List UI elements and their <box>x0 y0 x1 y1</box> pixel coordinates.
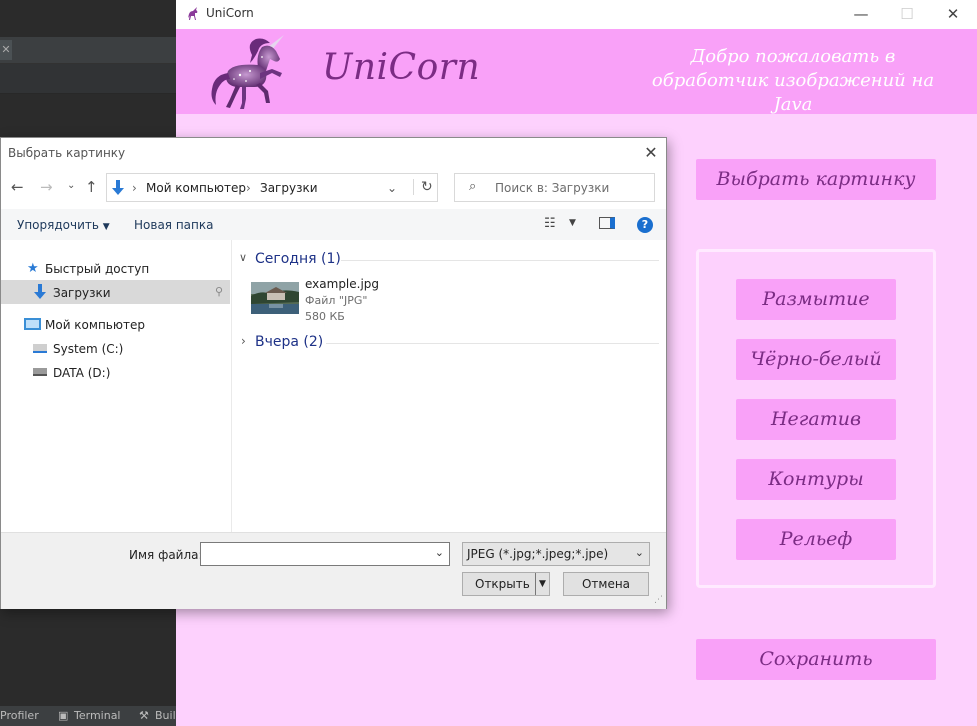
tab-build[interactable]: Buil <box>155 709 176 722</box>
save-button[interactable]: Сохранить <box>696 639 936 680</box>
breadcrumb-separator-icon: › <box>132 181 137 195</box>
blur-button[interactable]: Размытие <box>736 279 896 320</box>
dropdown-arrow-icon[interactable]: ▼ <box>535 573 549 595</box>
download-arrow-icon <box>34 284 46 299</box>
terminal-icon: ▣ <box>58 709 69 722</box>
ide-bottom-bar: Profiler ▣ Terminal ⚒ Buil <box>0 706 180 726</box>
maximize-button[interactable]: ☐ <box>884 0 930 29</box>
preview-pane-icon[interactable] <box>599 217 615 229</box>
dialog-bottom-bar: Имя файла: ⌄ JPEG (*.jpg;*.jpeg;*.jpe) ⌄… <box>1 532 666 609</box>
system-drive-icon <box>33 344 47 353</box>
group-divider <box>341 260 659 261</box>
file-thumbnail <box>251 282 299 314</box>
grayscale-button[interactable]: Чёрно-белый <box>736 339 896 380</box>
search-box[interactable]: ⌕ Поиск в: Загрузки <box>454 173 655 202</box>
view-options-icon[interactable]: ☷ <box>544 216 556 231</box>
filename-label: Имя файла: <box>129 548 203 562</box>
app-header: UniCorn Добро пожаловать в обработчик из… <box>176 29 977 115</box>
ide-tabbar: ✕ <box>0 37 180 64</box>
choose-picture-button[interactable]: Выбрать картинку <box>696 159 936 200</box>
emboss-button[interactable]: Рельеф <box>736 519 896 560</box>
tab-profiler[interactable]: Profiler <box>0 709 39 722</box>
star-icon: ★ <box>27 261 39 276</box>
group-today[interactable]: Сегодня (1) <box>255 251 341 267</box>
file-name[interactable]: example.jpg <box>305 277 379 291</box>
help-icon[interactable]: ? <box>637 217 653 233</box>
chevron-right-icon[interactable]: › <box>241 334 246 348</box>
close-button[interactable]: ✕ <box>930 0 976 29</box>
recent-dropdown-icon[interactable]: ⌄ <box>67 180 75 191</box>
group-yesterday[interactable]: Вчера (2) <box>255 334 323 350</box>
negative-button[interactable]: Негатив <box>736 399 896 440</box>
computer-icon <box>24 318 41 330</box>
data-drive-icon <box>33 368 47 376</box>
cancel-button[interactable]: Отмена <box>563 572 649 596</box>
address-bar[interactable]: › Мой компьютер › Загрузки ⌄ ↻ <box>106 173 438 202</box>
search-icon: ⌕ <box>469 179 477 194</box>
ide-toolstrip <box>0 64 180 94</box>
download-arrow-icon <box>112 180 124 195</box>
resize-grip-icon[interactable]: ⋰ <box>654 595 663 605</box>
contours-button[interactable]: Контуры <box>736 459 896 500</box>
group-divider <box>326 343 659 344</box>
nav-downloads[interactable]: Загрузки <box>53 286 111 300</box>
tab-terminal[interactable]: Terminal <box>74 709 121 722</box>
app-name: UniCorn <box>322 47 481 88</box>
window-title: UniCorn <box>206 6 254 20</box>
organize-menu[interactable]: Упорядочить ▼ <box>17 218 110 232</box>
filename-input[interactable]: ⌄ <box>200 542 450 566</box>
up-arrow-icon[interactable]: ↑ <box>85 178 98 196</box>
search-placeholder: Поиск в: Загрузки <box>495 181 610 195</box>
back-arrow-icon[interactable]: ← <box>11 178 24 196</box>
dropdown-arrow-icon: ▼ <box>102 222 110 232</box>
chevron-down-icon[interactable]: ∨ <box>239 251 247 264</box>
chevron-down-icon[interactable]: ⌄ <box>435 546 444 559</box>
chevron-down-icon[interactable]: ⌄ <box>635 546 644 559</box>
refresh-icon[interactable]: ↻ <box>413 179 433 195</box>
minimize-button[interactable]: — <box>838 0 884 29</box>
dropdown-arrow-icon[interactable]: ▼ <box>569 218 576 228</box>
hammer-icon: ⚒ <box>139 709 149 722</box>
organize-label: Упорядочить <box>17 218 99 232</box>
close-icon[interactable]: ✕ <box>0 40 12 60</box>
breadcrumb-my-computer[interactable]: Мой компьютер <box>146 181 246 195</box>
nav-quick-access[interactable]: Быстрый доступ <box>45 262 149 276</box>
dialog-title: Выбрать картинку <box>8 146 126 160</box>
chevron-down-icon[interactable]: ⌄ <box>387 181 397 195</box>
file-type-value: JPEG (*.jpg;*.jpeg;*.jpe) <box>467 547 609 561</box>
dialog-close-button[interactable]: ✕ <box>637 141 665 165</box>
breadcrumb-separator-icon: › <box>246 181 251 195</box>
file-size: 580 КБ <box>305 310 345 323</box>
file-type: Файл "JPG" <box>305 294 368 307</box>
pin-icon[interactable]: ⚲ <box>215 285 223 298</box>
unicorn-logo <box>211 35 284 109</box>
forward-arrow-icon[interactable]: → <box>40 178 53 196</box>
nav-system-drive[interactable]: System (C:) <box>53 342 123 356</box>
dialog-toolbar: Упорядочить ▼ Новая папка ☷ ▼ <box>1 209 666 240</box>
file-type-select[interactable]: JPEG (*.jpg;*.jpeg;*.jpe) ⌄ <box>462 542 650 566</box>
breadcrumb-downloads[interactable]: Загрузки <box>260 181 318 195</box>
unicorn-app-icon <box>188 7 198 20</box>
title-bar: UniCorn — ☐ ✕ <box>176 0 977 29</box>
nav-my-computer[interactable]: Мой компьютер <box>45 318 145 332</box>
open-button[interactable]: Открыть ▼ <box>462 572 550 596</box>
file-dialog: Выбрать картинку ✕ ← → ⌄ ↑ › Мой компьют… <box>0 137 667 609</box>
file-thumbnail-image <box>251 282 299 314</box>
new-folder-button[interactable]: Новая папка <box>134 218 213 232</box>
nav-data-drive[interactable]: DATA (D:) <box>53 366 110 380</box>
open-button-label: Открыть <box>475 577 530 591</box>
welcome-text: Добро пожаловать в обработчик изображени… <box>651 46 935 115</box>
